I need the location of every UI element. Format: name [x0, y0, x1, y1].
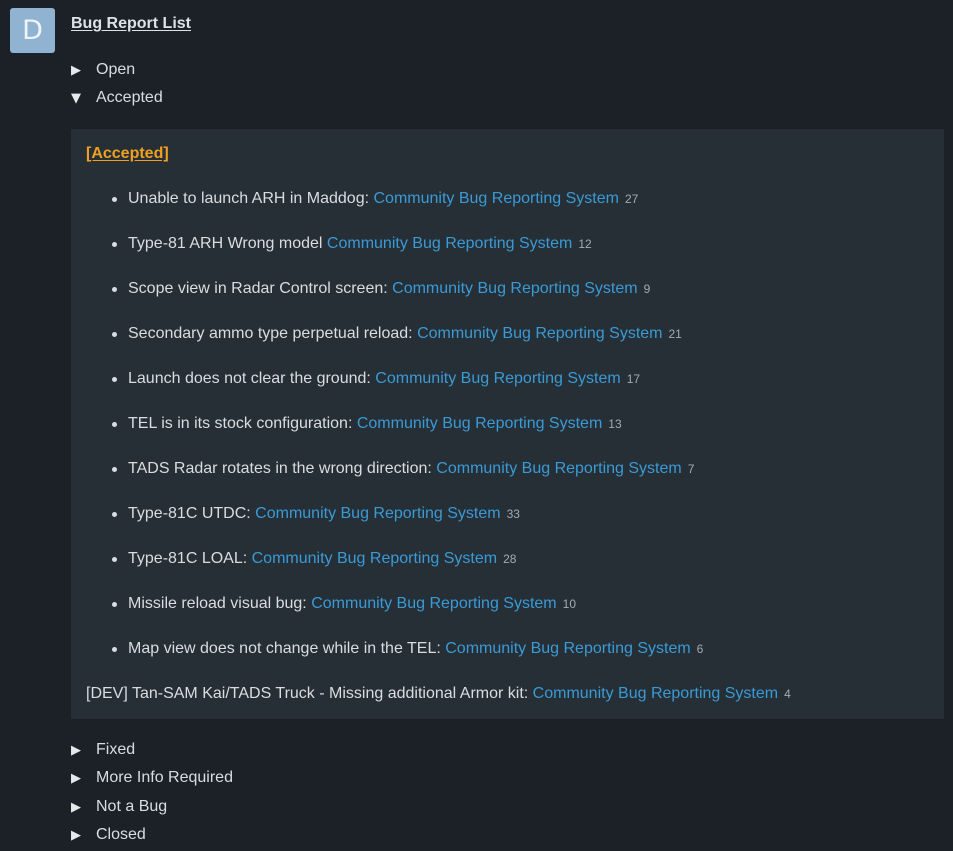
- bug-list-item: Missile reload visual bug: Community Bug…: [71, 594, 944, 639]
- bug-title: Type-81C LOAL:: [128, 550, 248, 567]
- section-accepted-toggle[interactable]: ▼ Accepted: [71, 88, 163, 108]
- bug-report-link[interactable]: Community Bug Reporting System: [311, 595, 556, 612]
- section-label: Closed: [96, 826, 146, 843]
- section-not-a-bug-toggle[interactable]: ▶ Not a Bug: [71, 797, 167, 817]
- accepted-panel: [Accepted] Unable to launch ARH in Maddo…: [71, 129, 944, 719]
- click-count: 7: [687, 462, 695, 476]
- click-count: 21: [668, 327, 682, 341]
- click-count: 10: [562, 597, 576, 611]
- avatar[interactable]: D: [10, 8, 55, 53]
- bug-list-item: Scope view in Radar Control screen: Comm…: [71, 279, 944, 324]
- click-count: 13: [608, 417, 622, 431]
- click-count: 27: [624, 192, 639, 206]
- section-fixed-toggle[interactable]: ▶ Fixed: [71, 740, 135, 760]
- section-label: Open: [96, 61, 136, 78]
- click-count: 17: [626, 372, 641, 386]
- bug-list-item: TEL is in its stock configuration: Commu…: [71, 414, 944, 459]
- bug-title: Launch does not clear the ground:: [128, 370, 371, 387]
- section-more-info-toggle[interactable]: ▶ More Info Required: [71, 768, 233, 788]
- bug-report-link[interactable]: Community Bug Reporting System: [533, 685, 778, 702]
- bug-list-item: Unable to launch ARH in Maddog: Communit…: [71, 189, 944, 234]
- bug-report-link[interactable]: Community Bug Reporting System: [252, 550, 497, 567]
- bug-report-link[interactable]: Community Bug Reporting System: [436, 460, 681, 477]
- bug-report-link[interactable]: Community Bug Reporting System: [374, 190, 619, 207]
- bug-report-link[interactable]: Community Bug Reporting System: [357, 415, 602, 432]
- collapsed-arrow-icon: ▶: [71, 63, 81, 78]
- bug-report-link[interactable]: Community Bug Reporting System: [417, 325, 662, 342]
- bug-list-item: Type-81 ARH Wrong model Community Bug Re…: [71, 234, 944, 279]
- bug-list-item: TADS Radar rotates in the wrong directio…: [71, 459, 944, 504]
- bug-report-link[interactable]: Community Bug Reporting System: [375, 370, 620, 387]
- click-count: 9: [643, 282, 651, 296]
- bug-title: Unable to launch ARH in Maddog:: [128, 190, 370, 207]
- bug-report-link[interactable]: Community Bug Reporting System: [327, 235, 572, 252]
- bug-list-item: Type-81C LOAL: Community Bug Reporting S…: [71, 549, 944, 594]
- bug-list-item: Secondary ammo type perpetual reload: Co…: [71, 324, 944, 369]
- bug-list-item: Type-81C UTDC: Community Bug Reporting S…: [71, 504, 944, 549]
- collapsed-arrow-icon: ▶: [71, 800, 81, 815]
- bug-title: Map view does not change while in the TE…: [128, 640, 441, 657]
- bug-title: TADS Radar rotates in the wrong directio…: [128, 460, 432, 477]
- bug-title: Type-81C UTDC:: [128, 505, 251, 522]
- click-count: 6: [696, 642, 704, 656]
- click-count: 4: [784, 687, 791, 701]
- section-label: Accepted: [96, 89, 163, 106]
- bug-report-link[interactable]: Community Bug Reporting System: [255, 505, 500, 522]
- bug-report-link[interactable]: Community Bug Reporting System: [445, 640, 690, 657]
- section-label: Fixed: [96, 741, 136, 758]
- bug-title: Scope view in Radar Control screen:: [128, 280, 388, 297]
- bug-title: [DEV] Tan-SAM Kai/TADS Truck - Missing a…: [86, 685, 529, 702]
- click-count: 28: [503, 552, 517, 566]
- collapsed-arrow-icon: ▶: [71, 828, 81, 843]
- bug-list-item: Launch does not clear the ground: Commun…: [71, 369, 944, 414]
- bug-title: Secondary ammo type perpetual reload:: [128, 325, 413, 342]
- collapsed-arrow-icon: ▶: [71, 771, 81, 786]
- bug-list: Unable to launch ARH in Maddog: Communit…: [71, 189, 944, 684]
- click-count: 12: [578, 237, 592, 251]
- section-label: Not a Bug: [96, 798, 168, 815]
- section-label: More Info Required: [96, 769, 233, 786]
- accepted-heading-link[interactable]: [Accepted]: [86, 145, 169, 163]
- page-title[interactable]: Bug Report List: [71, 15, 191, 33]
- bug-report-link[interactable]: Community Bug Reporting System: [392, 280, 637, 297]
- section-open-toggle[interactable]: ▶ Open: [71, 60, 135, 80]
- dev-bug-item: [DEV] Tan-SAM Kai/TADS Truck - Missing a…: [86, 684, 791, 704]
- bug-title: TEL is in its stock configuration:: [128, 415, 353, 432]
- bug-list-item: Map view does not change while in the TE…: [71, 639, 944, 684]
- bug-title: Missile reload visual bug:: [128, 595, 307, 612]
- section-closed-toggle[interactable]: ▶ Closed: [71, 825, 146, 845]
- collapsed-arrow-icon: ▶: [71, 743, 81, 758]
- expanded-arrow-icon: ▼: [71, 91, 81, 106]
- click-count: 33: [506, 507, 520, 521]
- bug-title: Type-81 ARH Wrong model: [128, 235, 323, 252]
